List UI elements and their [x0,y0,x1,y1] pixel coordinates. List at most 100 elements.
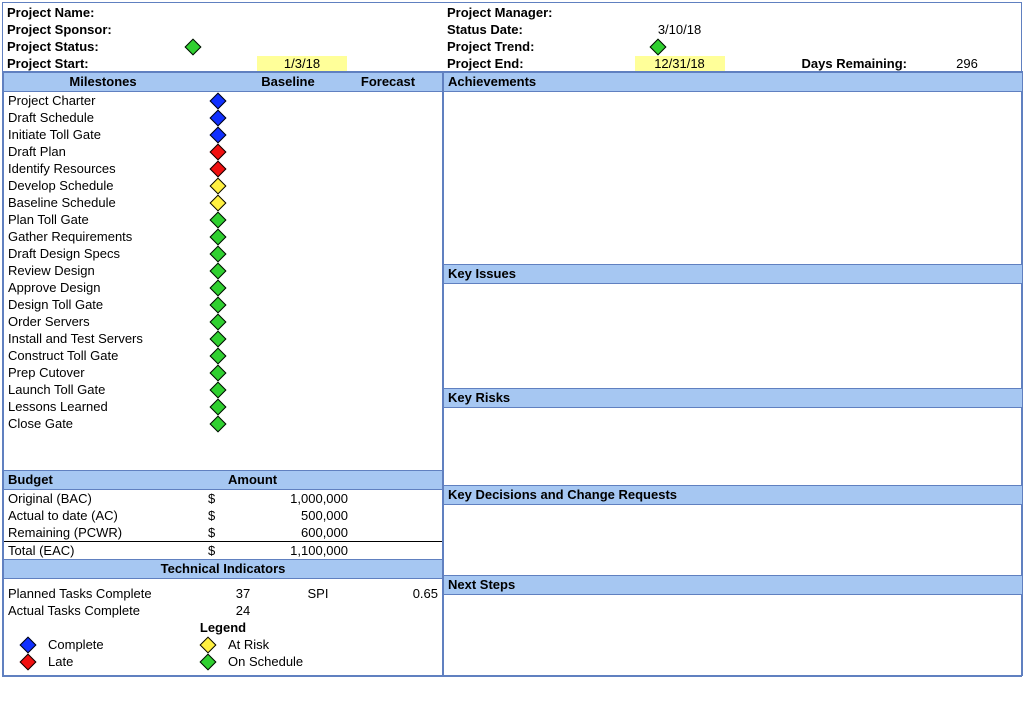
budget-row: Remaining (PCWR)$600,000 [4,524,442,541]
milestone-row: Draft Design Specs [4,245,442,262]
milestone-name: Order Servers [8,313,198,330]
milestone-baseline [238,245,338,262]
milestone-name: Project Charter [8,92,198,109]
budget-label: Actual to date (AC) [8,507,208,524]
header-row-3: Project Status: Project Trend: [3,37,1021,54]
budget-row: Original (BAC)$1,000,000 [4,490,442,507]
budget-label: Total (EAC) [8,542,208,559]
milestone-row: Identify Resources [4,160,442,177]
milestone-row: Construct Toll Gate [4,347,442,364]
milestone-baseline [238,143,338,160]
budget-currency: $ [208,490,228,507]
legend-onschedule-label: On Schedule [228,653,368,670]
milestone-name: Close Gate [8,415,198,432]
legend-atrisk-label: At Risk [228,636,368,653]
legend-atrisk-icon [200,636,217,653]
milestone-forecast [338,228,438,245]
milestone-row: Draft Plan [4,143,442,160]
milestone-name: Draft Schedule [8,109,198,126]
milestone-list: Project CharterDraft ScheduleInitiate To… [4,92,442,432]
milestone-name: Draft Design Specs [8,245,198,262]
milestone-name: Initiate Toll Gate [8,126,198,143]
legend-onschedule-icon [200,653,217,670]
right-column: Achievements Key Issues Key Risks Key De… [443,71,1023,676]
milestone-baseline [238,398,338,415]
milestone-row: Order Servers [4,313,442,330]
milestone-baseline [238,313,338,330]
tech-extra-label: SPI [278,585,358,602]
milestone-row: Approve Design [4,279,442,296]
key-decisions-body [444,505,1022,575]
value-project-start: 1/3/18 [257,56,347,71]
milestones-forecast: Forecast [338,73,438,91]
milestone-baseline [238,126,338,143]
budget-amount: 1,100,000 [228,542,348,559]
milestone-name: Design Toll Gate [8,296,198,313]
status-diamond-icon [185,38,202,55]
label-project-trend: Project Trend: [447,39,592,54]
budget-label: Remaining (PCWR) [8,524,208,541]
milestone-forecast [338,194,438,211]
milestone-status-icon [210,296,227,313]
milestone-baseline [238,194,338,211]
milestone-status-icon [210,415,227,432]
milestone-name: Construct Toll Gate [8,347,198,364]
milestones-baseline: Baseline [238,73,338,91]
milestone-row: Design Toll Gate [4,296,442,313]
milestone-forecast [338,245,438,262]
milestone-row: Plan Toll Gate [4,211,442,228]
value-project-end: 12/31/18 [635,56,725,71]
tech-row: Planned Tasks Complete37SPI0.65 [4,585,442,602]
budget-header: Budget Amount [4,470,442,490]
label-project-sponsor: Project Sponsor: [7,22,157,37]
milestone-baseline [238,381,338,398]
milestone-status-icon [210,330,227,347]
milestone-forecast [338,211,438,228]
milestone-baseline [238,296,338,313]
milestone-name: Plan Toll Gate [8,211,198,228]
milestone-name: Baseline Schedule [8,194,198,211]
milestone-baseline [238,347,338,364]
milestone-baseline [238,160,338,177]
key-decisions-header: Key Decisions and Change Requests [444,485,1022,505]
milestone-name: Develop Schedule [8,177,198,194]
milestone-forecast [338,313,438,330]
milestone-status-icon [210,194,227,211]
label-project-manager: Project Manager: [447,5,592,20]
milestone-baseline [238,211,338,228]
milestone-name: Install and Test Servers [8,330,198,347]
milestones-title: Milestones [8,73,198,91]
key-issues-body [444,284,1022,388]
milestone-baseline [238,279,338,296]
milestone-name: Review Design [8,262,198,279]
tech-label: Actual Tasks Complete [8,602,208,619]
milestone-row: Launch Toll Gate [4,381,442,398]
milestone-status-icon [210,92,227,109]
milestone-baseline [238,109,338,126]
milestone-forecast [338,296,438,313]
milestone-row: Draft Schedule [4,109,442,126]
milestone-name: Draft Plan [8,143,198,160]
milestone-status-icon [210,245,227,262]
tech-extra-value [358,602,438,619]
value-days-remaining: 296 [907,56,1024,71]
milestone-forecast [338,177,438,194]
milestone-forecast [338,262,438,279]
milestone-row: Lessons Learned [4,398,442,415]
achievements-header: Achievements [444,72,1022,92]
milestone-row: Install and Test Servers [4,330,442,347]
milestone-baseline [238,364,338,381]
milestones-header: Milestones Baseline Forecast [4,72,442,92]
budget-currency: $ [208,542,228,559]
milestone-row: Baseline Schedule [4,194,442,211]
milestone-name: Approve Design [8,279,198,296]
milestone-name: Identify Resources [8,160,198,177]
value-status-date: 3/10/18 [592,22,767,37]
milestone-baseline [238,330,338,347]
trend-diamond-icon [650,38,667,55]
label-project-end: Project End: [447,56,592,71]
milestone-baseline [238,228,338,245]
label-project-status: Project Status: [7,39,157,54]
milestone-status-icon [210,313,227,330]
milestone-status-icon [210,398,227,415]
